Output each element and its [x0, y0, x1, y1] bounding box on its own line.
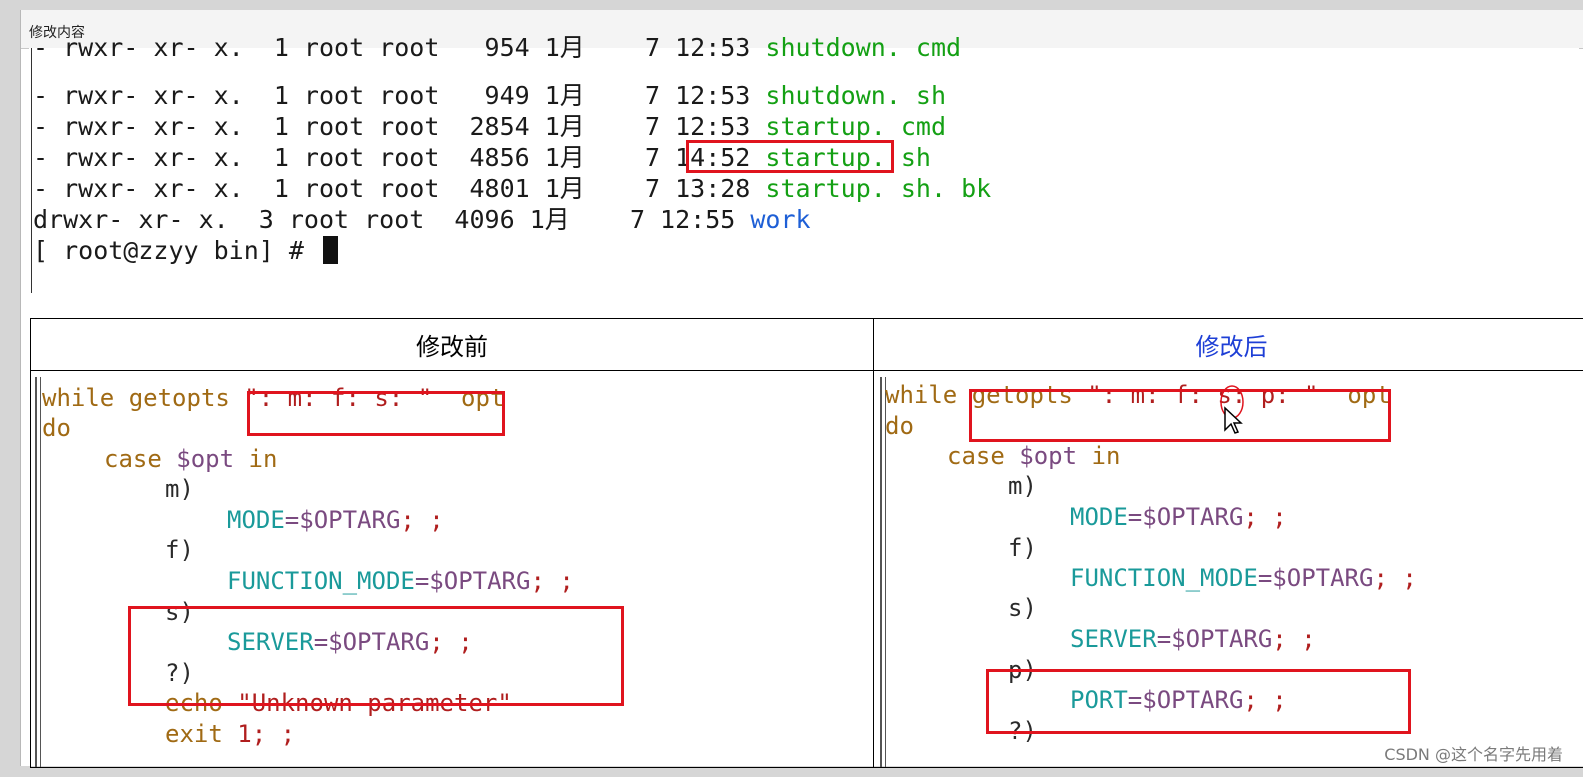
watermark: CSDN @这个名字先用着 — [1384, 745, 1563, 764]
highlight-box-getopts-after — [969, 389, 1391, 442]
highlight-box-port-case — [986, 669, 1411, 734]
before-code-pane: while getopts ": m: f: s: " opt do case … — [31, 371, 873, 767]
before-line-4: m) — [165, 475, 194, 503]
highlight-box-startup-sh — [686, 140, 894, 173]
editor-window: 修改内容 - rwxr- xr- x. 1 root root 954 1月 7… — [20, 10, 1583, 768]
terminal-line-1: - rwxr- xr- x. 1 root root 949 1月 7 12:5… — [33, 81, 947, 110]
before-line-7: FUNCTION_MODE=$OPTARG; ; — [227, 567, 574, 595]
terminal-line-0: - rwxr- xr- x. 1 root root 954 1月 7 12:5… — [33, 33, 962, 62]
terminal-line-4: - rwxr- xr- x. 1 root root 4801 1月 7 13:… — [33, 174, 992, 203]
after-line-8: s) — [1008, 594, 1037, 622]
terminal-output: - rwxr- xr- x. 1 root root 954 1月 7 12:5… — [29, 33, 1579, 298]
after-line-5: MODE=$OPTARG; ; — [1070, 503, 1287, 531]
after-line-2: do — [885, 412, 914, 440]
mouse-pointer-icon — [1224, 406, 1243, 434]
terminal-line-2: - rwxr- xr- x. 1 root root 2854 1月 7 12:… — [33, 112, 947, 141]
before-pane-border-inner — [40, 377, 41, 767]
after-line-9: SERVER=$OPTARG; ; — [1070, 625, 1316, 653]
terminal-prompt[interactable]: [ root@zzyy bin] # — [33, 235, 338, 266]
after-pane-border — [880, 377, 882, 767]
highlight-box-server-case — [128, 606, 624, 706]
text-cursor — [322, 236, 338, 264]
before-line-5: MODE=$OPTARG; ; — [227, 506, 444, 534]
before-pane-border — [35, 377, 37, 767]
after-line-6: f) — [1008, 534, 1037, 562]
highlight-box-getopts-before — [247, 391, 505, 436]
before-line-2: do — [42, 414, 71, 442]
after-line-3: case $opt in — [947, 442, 1121, 470]
after-line-7: FUNCTION_MODE=$OPTARG; ; — [1070, 564, 1417, 592]
before-line-6: f) — [165, 536, 194, 564]
before-header: 修改前 — [31, 319, 873, 371]
after-line-4: m) — [1008, 472, 1037, 500]
before-line-12: exit 1; ; — [165, 720, 296, 748]
after-header: 修改后 — [874, 319, 1583, 371]
terminal-left-border — [31, 48, 32, 293]
before-line-3: case $opt in — [104, 445, 278, 473]
comparison-table: 修改前 修改后 while getopts ": m: f: s: " opt … — [30, 318, 1583, 768]
terminal-line-5: drwxr- xr- x. 3 root root 4096 1月 7 12:5… — [33, 205, 811, 234]
